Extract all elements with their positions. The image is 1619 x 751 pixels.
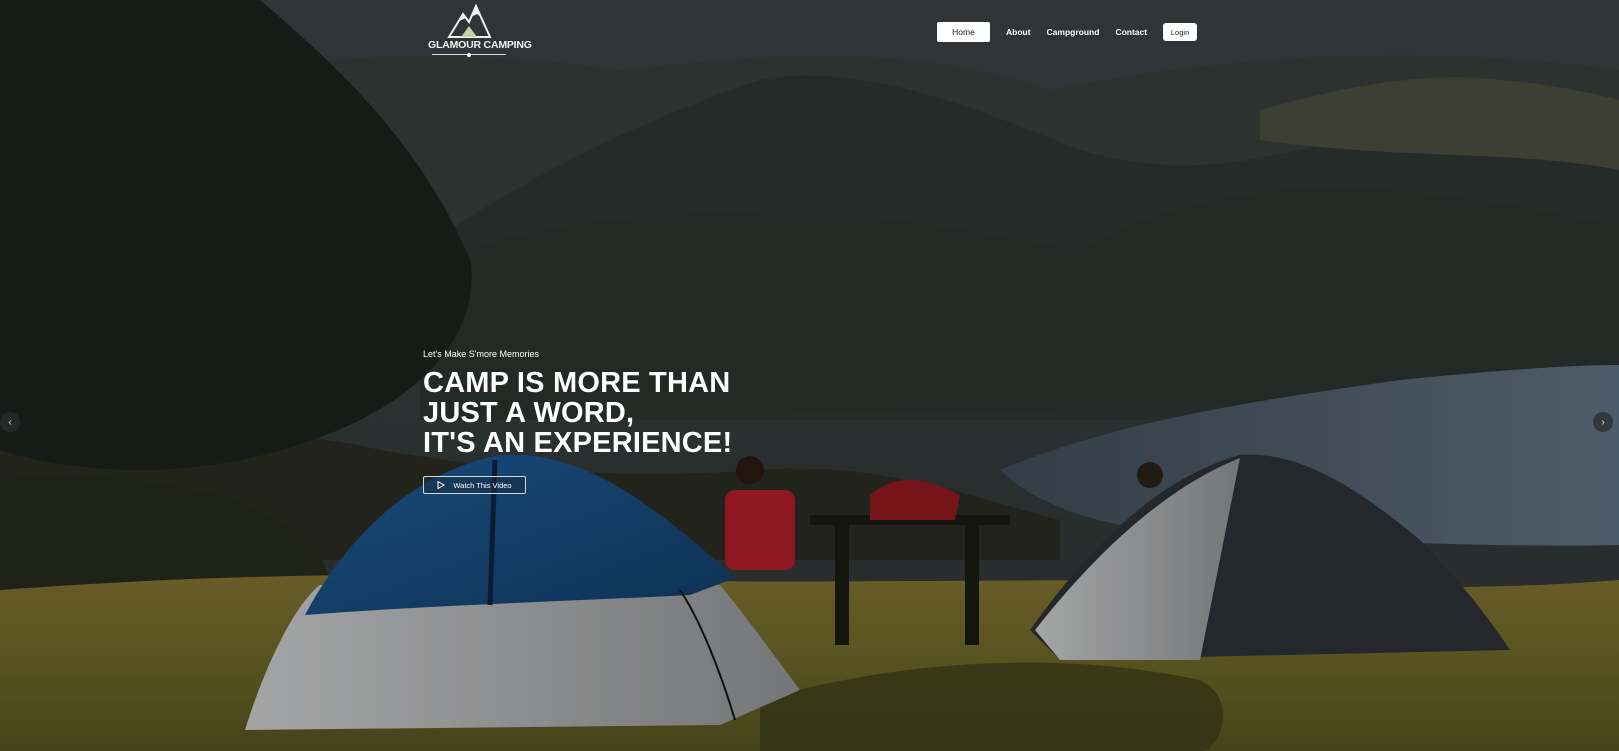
headline-line-1: CAMP IS MORE THAN: [423, 367, 731, 399]
nav-item-contact[interactable]: Contact: [1115, 27, 1147, 37]
hero-background-image: [0, 0, 1619, 751]
hero-section: GLAMOUR CAMPING Home About Campground Co…: [0, 0, 1619, 751]
chevron-left-icon: ‹: [8, 416, 12, 428]
nav-item-campground[interactable]: Campground: [1047, 27, 1100, 37]
nav-item-home[interactable]: Home: [937, 22, 990, 42]
main-nav: Home About Campground Contact Login: [937, 22, 1198, 42]
logo-text: GLAMOUR CAMPING: [428, 39, 532, 51]
slider-next-button[interactable]: ›: [1593, 412, 1613, 432]
slider-prev-button[interactable]: ‹: [0, 412, 20, 432]
hero-tagline: Let's Make S'more Memories: [423, 349, 539, 359]
login-button[interactable]: Login: [1163, 23, 1198, 41]
play-icon: [437, 481, 446, 489]
chevron-right-icon: ›: [1601, 416, 1605, 428]
headline-line-2: JUST A WORD,: [423, 397, 635, 429]
headline-line-3: IT'S AN EXPERIENCE!: [423, 427, 733, 459]
nav-item-about[interactable]: About: [1006, 27, 1031, 37]
watch-video-label: Watch This Video: [453, 480, 512, 490]
mountain-icon: [447, 4, 492, 38]
watch-video-button[interactable]: Watch This Video: [423, 476, 526, 494]
site-logo[interactable]: GLAMOUR CAMPING: [428, 4, 532, 62]
hero-headline: CAMP IS MORE THAN JUST A WORD, IT'S AN E…: [423, 368, 732, 458]
logo-divider: [432, 52, 506, 57]
